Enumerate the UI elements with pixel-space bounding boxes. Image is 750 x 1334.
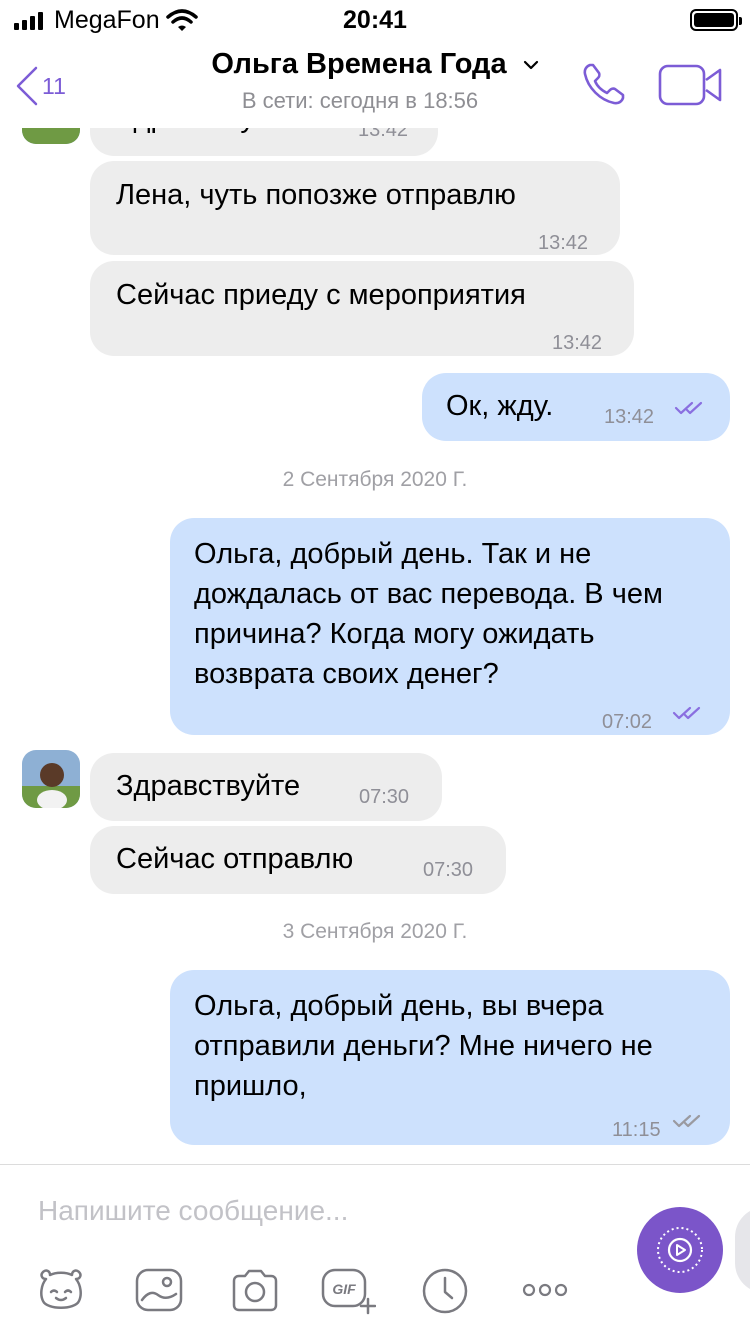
message-time: 13:42	[358, 128, 409, 141]
contact-avatar[interactable]	[22, 750, 80, 808]
message-bubble-outgoing[interactable]: Ольга, добрый день. Так и не дождалась о…	[170, 518, 730, 735]
gif-icon[interactable]: GIF	[320, 1267, 376, 1315]
chat-header: 11 Ольга Времена Года В сети: сегодня в …	[0, 40, 750, 128]
extra-action-button[interactable]	[735, 1207, 750, 1293]
status-bar: MegaFon 20:41	[0, 0, 750, 40]
message-text: Ок, жду.	[446, 390, 554, 422]
date-separator: 3 Сентября 2020 Г.	[282, 920, 468, 943]
battery-icon	[690, 9, 742, 31]
message-bubble-incoming[interactable]: Сейчас приеду с мероприятия 13:42	[90, 261, 634, 356]
play-circle-icon	[657, 1227, 703, 1273]
video-call-icon[interactable]	[658, 64, 724, 106]
camera-icon[interactable]	[230, 1267, 280, 1313]
message-text: Здравствуйте	[116, 770, 301, 802]
message-text: Лена, чуть попозже отправлю	[116, 179, 516, 211]
message-text: Ольга, добрый день, вы вчера отправили д…	[194, 990, 653, 1102]
sticker-icon[interactable]	[36, 1267, 86, 1315]
delivered-ticks-icon	[672, 1114, 701, 1128]
message-bubble-outgoing[interactable]: Ок, жду. 13:42	[422, 373, 730, 441]
message-bubble-outgoing[interactable]: Ольга, добрый день, вы вчера отправили д…	[170, 970, 730, 1145]
contact-avatar[interactable]	[22, 128, 80, 144]
message-list[interactable]: Здравствуйте 13:42 Лена, чуть попозже от…	[0, 128, 750, 1164]
message-time: 13:42	[538, 232, 589, 254]
message-bubble-incoming[interactable]: Здравствуйте 07:30	[90, 753, 442, 821]
message-text: Здравствуйте	[116, 128, 300, 138]
timer-icon[interactable]	[421, 1267, 469, 1315]
message-text: Ольга, добрый день. Так и не дождалась о…	[194, 538, 663, 690]
message-text: Сейчас отправлю	[116, 843, 354, 875]
message-time: 07:30	[423, 859, 474, 881]
message-bubble-incoming[interactable]: Здравствуйте 13:42	[90, 128, 438, 156]
message-time: 07:30	[359, 786, 410, 808]
more-icon[interactable]	[522, 1283, 568, 1297]
message-bubble-incoming[interactable]: Сейчас отправлю 07:30	[90, 826, 506, 894]
message-text: Сейчас приеду с мероприятия	[116, 279, 526, 311]
voice-message-button[interactable]	[637, 1207, 723, 1293]
message-bubble-incoming[interactable]: Лена, чуть попозже отправлю 13:42	[90, 161, 620, 255]
message-time: 13:42	[552, 332, 603, 354]
gallery-icon[interactable]	[134, 1267, 184, 1313]
message-time: 07:02	[602, 711, 653, 733]
svg-text:GIF: GIF	[332, 1281, 356, 1297]
chevron-down-icon	[523, 61, 538, 70]
contact-name-button[interactable]: Ольга Времена Года	[0, 48, 750, 81]
message-time: 13:42	[604, 406, 655, 428]
read-ticks-icon	[674, 401, 703, 415]
read-ticks-icon	[672, 706, 701, 720]
phone-icon[interactable]	[580, 60, 628, 108]
message-input[interactable]	[38, 1189, 598, 1233]
status-clock: 20:41	[343, 6, 407, 34]
composer: GIF	[0, 1164, 750, 1334]
date-separator: 2 Сентября 2020 Г.	[282, 468, 468, 491]
message-time: 11:15	[612, 1119, 661, 1141]
contact-name: Ольга Времена Года	[211, 48, 507, 80]
